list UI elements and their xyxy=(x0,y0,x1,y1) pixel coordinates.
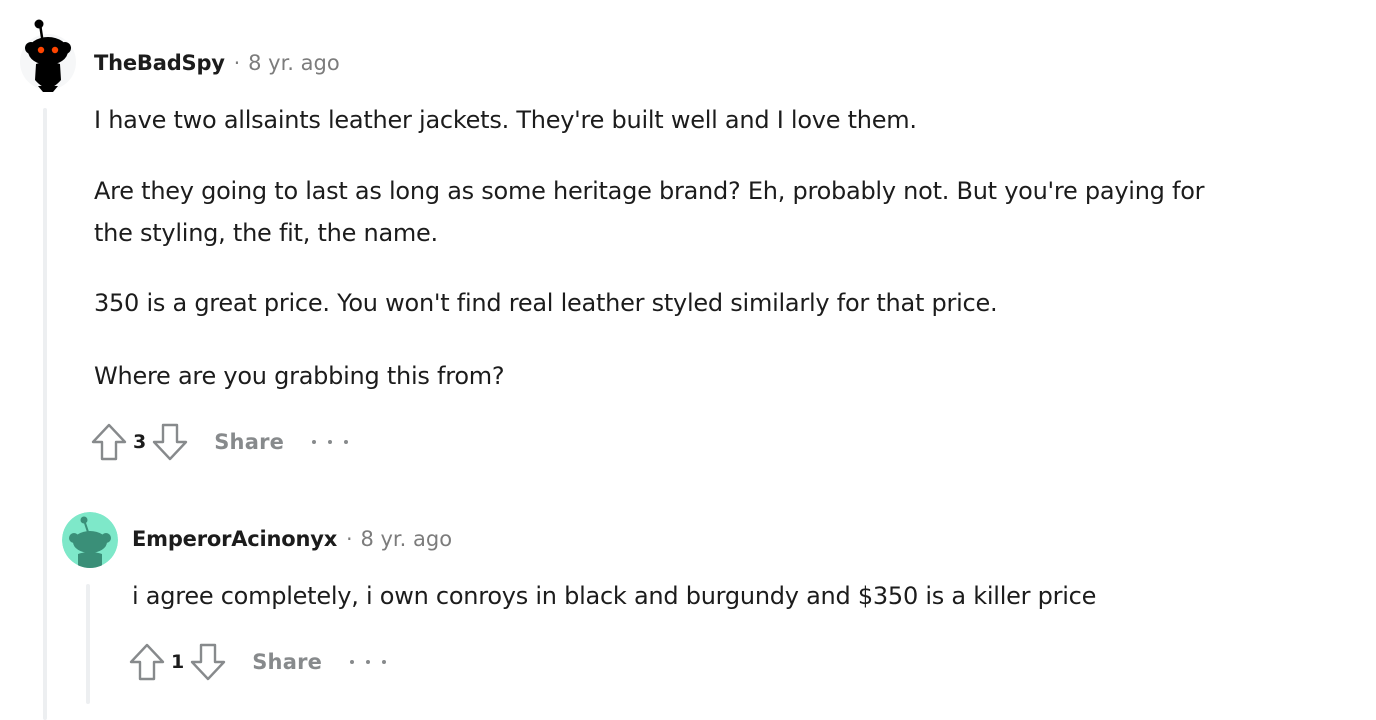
separator: · xyxy=(233,51,241,75)
upvote-button[interactable] xyxy=(89,420,129,464)
timestamp[interactable]: 8 yr. ago xyxy=(360,527,452,551)
more-options-button[interactable] xyxy=(312,432,349,452)
comment-paragraph: Where are you grabbing this from? xyxy=(94,362,505,390)
comment-paragraph: I have two allsaints leather jackets. Th… xyxy=(94,106,917,134)
more-options-icon xyxy=(328,440,333,444)
separator: · xyxy=(346,527,353,551)
downvote-icon xyxy=(153,423,188,461)
comment-header: EmperorAcinonyx · 8 yr. ago xyxy=(132,527,452,551)
comment-paragraph: 350 is a great price. You won't find rea… xyxy=(94,289,998,317)
more-options-icon xyxy=(366,660,371,664)
username[interactable]: TheBadSpy xyxy=(94,51,225,75)
more-options-button[interactable] xyxy=(350,652,387,672)
upvote-icon xyxy=(129,643,165,681)
more-options-icon xyxy=(350,660,355,664)
vote-score: 3 xyxy=(133,431,147,453)
more-options-icon xyxy=(344,440,349,444)
snoo-avatar-icon xyxy=(62,512,118,568)
comment-paragraph: i agree completely, i own conroys in bla… xyxy=(132,582,1097,610)
downvote-button[interactable] xyxy=(188,640,228,684)
comment-header: TheBadSpy · 8 yr. ago xyxy=(94,51,340,75)
upvote-button[interactable] xyxy=(127,640,167,684)
snoo-avatar-icon xyxy=(20,19,76,92)
thread-line-level-1[interactable] xyxy=(43,108,47,720)
share-button[interactable]: Share xyxy=(252,650,322,674)
downvote-button[interactable] xyxy=(150,420,190,464)
share-button[interactable]: Share xyxy=(214,430,284,454)
vote-score: 1 xyxy=(171,651,185,673)
downvote-icon xyxy=(191,643,226,681)
avatar[interactable] xyxy=(19,18,77,92)
more-options-icon xyxy=(312,440,317,444)
upvote-icon xyxy=(91,423,127,461)
username[interactable]: EmperorAcinonyx xyxy=(132,527,337,551)
comment-actions: 1 Share xyxy=(127,640,387,684)
comment-paragraph: Are they going to last as long as some h… xyxy=(94,177,1205,205)
more-options-icon xyxy=(382,660,387,664)
thread-line-level-2[interactable] xyxy=(86,584,90,704)
comment-paragraph: the styling, the fit, the name. xyxy=(94,219,438,247)
avatar[interactable] xyxy=(62,512,118,568)
timestamp[interactable]: 8 yr. ago xyxy=(248,51,340,75)
comment-actions: 3 Share xyxy=(89,420,349,464)
